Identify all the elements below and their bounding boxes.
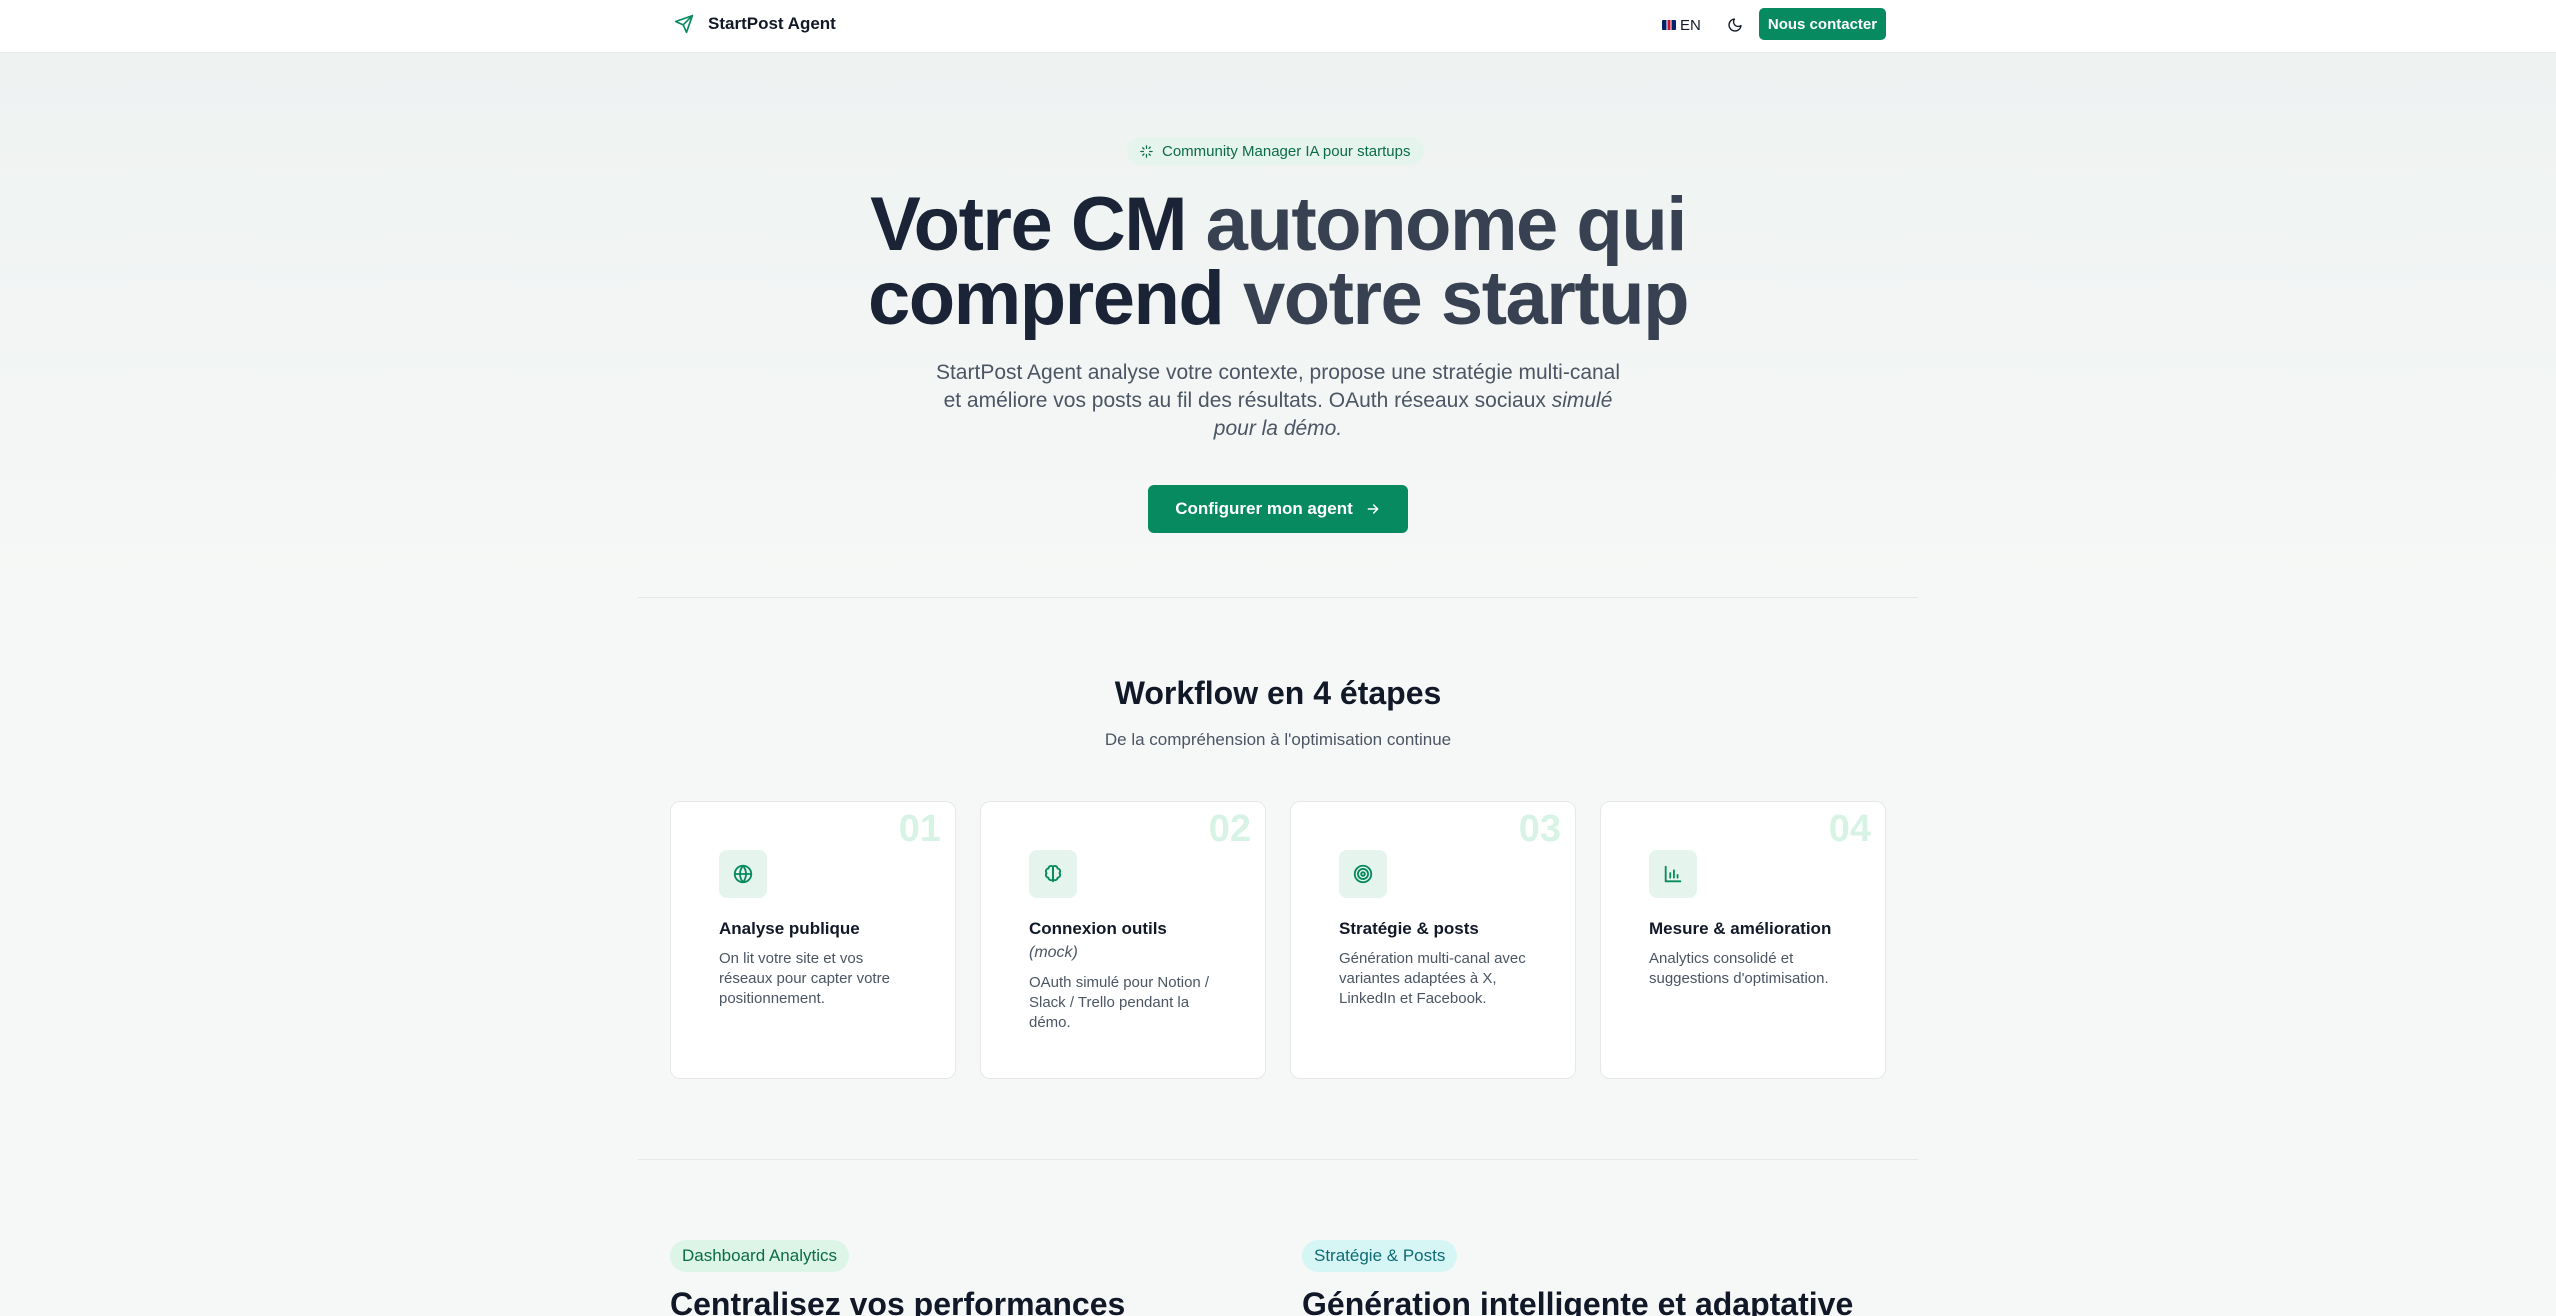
hero-title-part: Votre CM: [870, 182, 1206, 267]
step-title-text: Connexion outils: [1029, 919, 1167, 938]
hero-title-part: comprend: [867, 256, 1243, 341]
step-icon-tile: [1339, 850, 1387, 898]
cta-label: Configurer mon agent: [1175, 499, 1353, 518]
moon-icon: [1728, 18, 1742, 32]
brand-logo[interactable]: StartPost Agent: [674, 12, 836, 36]
hero-title-part: autonome qui: [1205, 182, 1688, 267]
workflow-subtitle: De la compréhension à l'optimisation con…: [1104, 730, 1452, 749]
hero-badge: Community Manager IA pour startups: [1127, 137, 1425, 165]
step-description: Analytics consolidé et suggestions d'opt…: [1649, 950, 1829, 987]
target-icon: [1353, 864, 1373, 884]
step-number: 01: [898, 808, 941, 850]
dashboard-analytics-tag: Dashboard Analytics: [670, 1240, 849, 1272]
step-description: Génération multi-canal avec variantes ad…: [1339, 950, 1526, 1007]
workflow-step-card[interactable]: 02 Connexion outils (mock) OAuth simulé …: [980, 801, 1266, 1079]
step-icon-tile: [1649, 850, 1697, 898]
step-number: 04: [1828, 808, 1871, 850]
brain-icon: [1044, 865, 1062, 883]
section-divider: [638, 1159, 1918, 1160]
globe-icon: [733, 864, 753, 884]
workflow-title: Workflow en 4 étapes: [1114, 675, 1442, 711]
dashboard-section-title: Centralisez vos performances: [670, 1286, 1126, 1316]
sparkles-icon: [1140, 144, 1153, 158]
step-title: Analyse publique: [719, 919, 860, 938]
hero-subtitle: StartPost Agent analyse votre contexte, …: [928, 359, 1628, 443]
step-description: On lit votre site et vos réseaux pour ca…: [719, 950, 890, 1007]
hero-title-part: votre startup: [1242, 256, 1690, 341]
step-mock-label: (mock): [1029, 944, 1078, 961]
configure-agent-button[interactable]: Configurer mon agent: [1148, 485, 1408, 533]
workflow-step-card[interactable]: 03 Stratégie & posts Génération multi-ca…: [1290, 801, 1576, 1079]
hero-badge-label: Community Manager IA pour startups: [1162, 142, 1411, 160]
section-divider: [638, 597, 1918, 598]
hero-title: Votre CM autonome qui comprend votre sta…: [778, 187, 1778, 337]
step-title: Stratégie & posts: [1339, 919, 1479, 938]
strategy-posts-tag: Stratégie & Posts: [1302, 1240, 1458, 1272]
brand-name: StartPost Agent: [708, 14, 836, 33]
theme-toggle-button[interactable]: [1722, 12, 1748, 38]
workflow-step-card[interactable]: 01 Analyse publique On lit votre site et…: [670, 801, 956, 1079]
contact-button[interactable]: Nous contacter: [1759, 8, 1886, 40]
step-icon-tile: [719, 850, 767, 898]
step-title: Connexion outils (mock): [1029, 917, 1249, 965]
language-switcher[interactable]: EN: [1662, 14, 1701, 36]
workflow-step-card[interactable]: 04 Mesure & amélioration Analytics conso…: [1600, 801, 1886, 1079]
top-navbar: StartPost Agent EN Nous contacter: [0, 0, 2556, 53]
arrow-right-icon: [1367, 504, 1379, 514]
step-icon-tile: [1029, 850, 1077, 898]
send-icon: [674, 14, 694, 34]
uk-flag-icon: [1662, 20, 1676, 30]
step-title: Mesure & amélioration: [1649, 919, 1832, 938]
language-label: EN: [1680, 16, 1701, 34]
strategy-section-title: Génération intelligente et adaptative: [1302, 1286, 1854, 1316]
hero-subtitle-text: StartPost Agent analyse votre contexte, …: [935, 361, 1621, 412]
bar-chart-icon: [1664, 865, 1682, 883]
step-number: 02: [1208, 808, 1251, 850]
step-number: 03: [1518, 808, 1561, 850]
step-description: OAuth simulé pour Notion / Slack / Trell…: [1029, 974, 1210, 1031]
